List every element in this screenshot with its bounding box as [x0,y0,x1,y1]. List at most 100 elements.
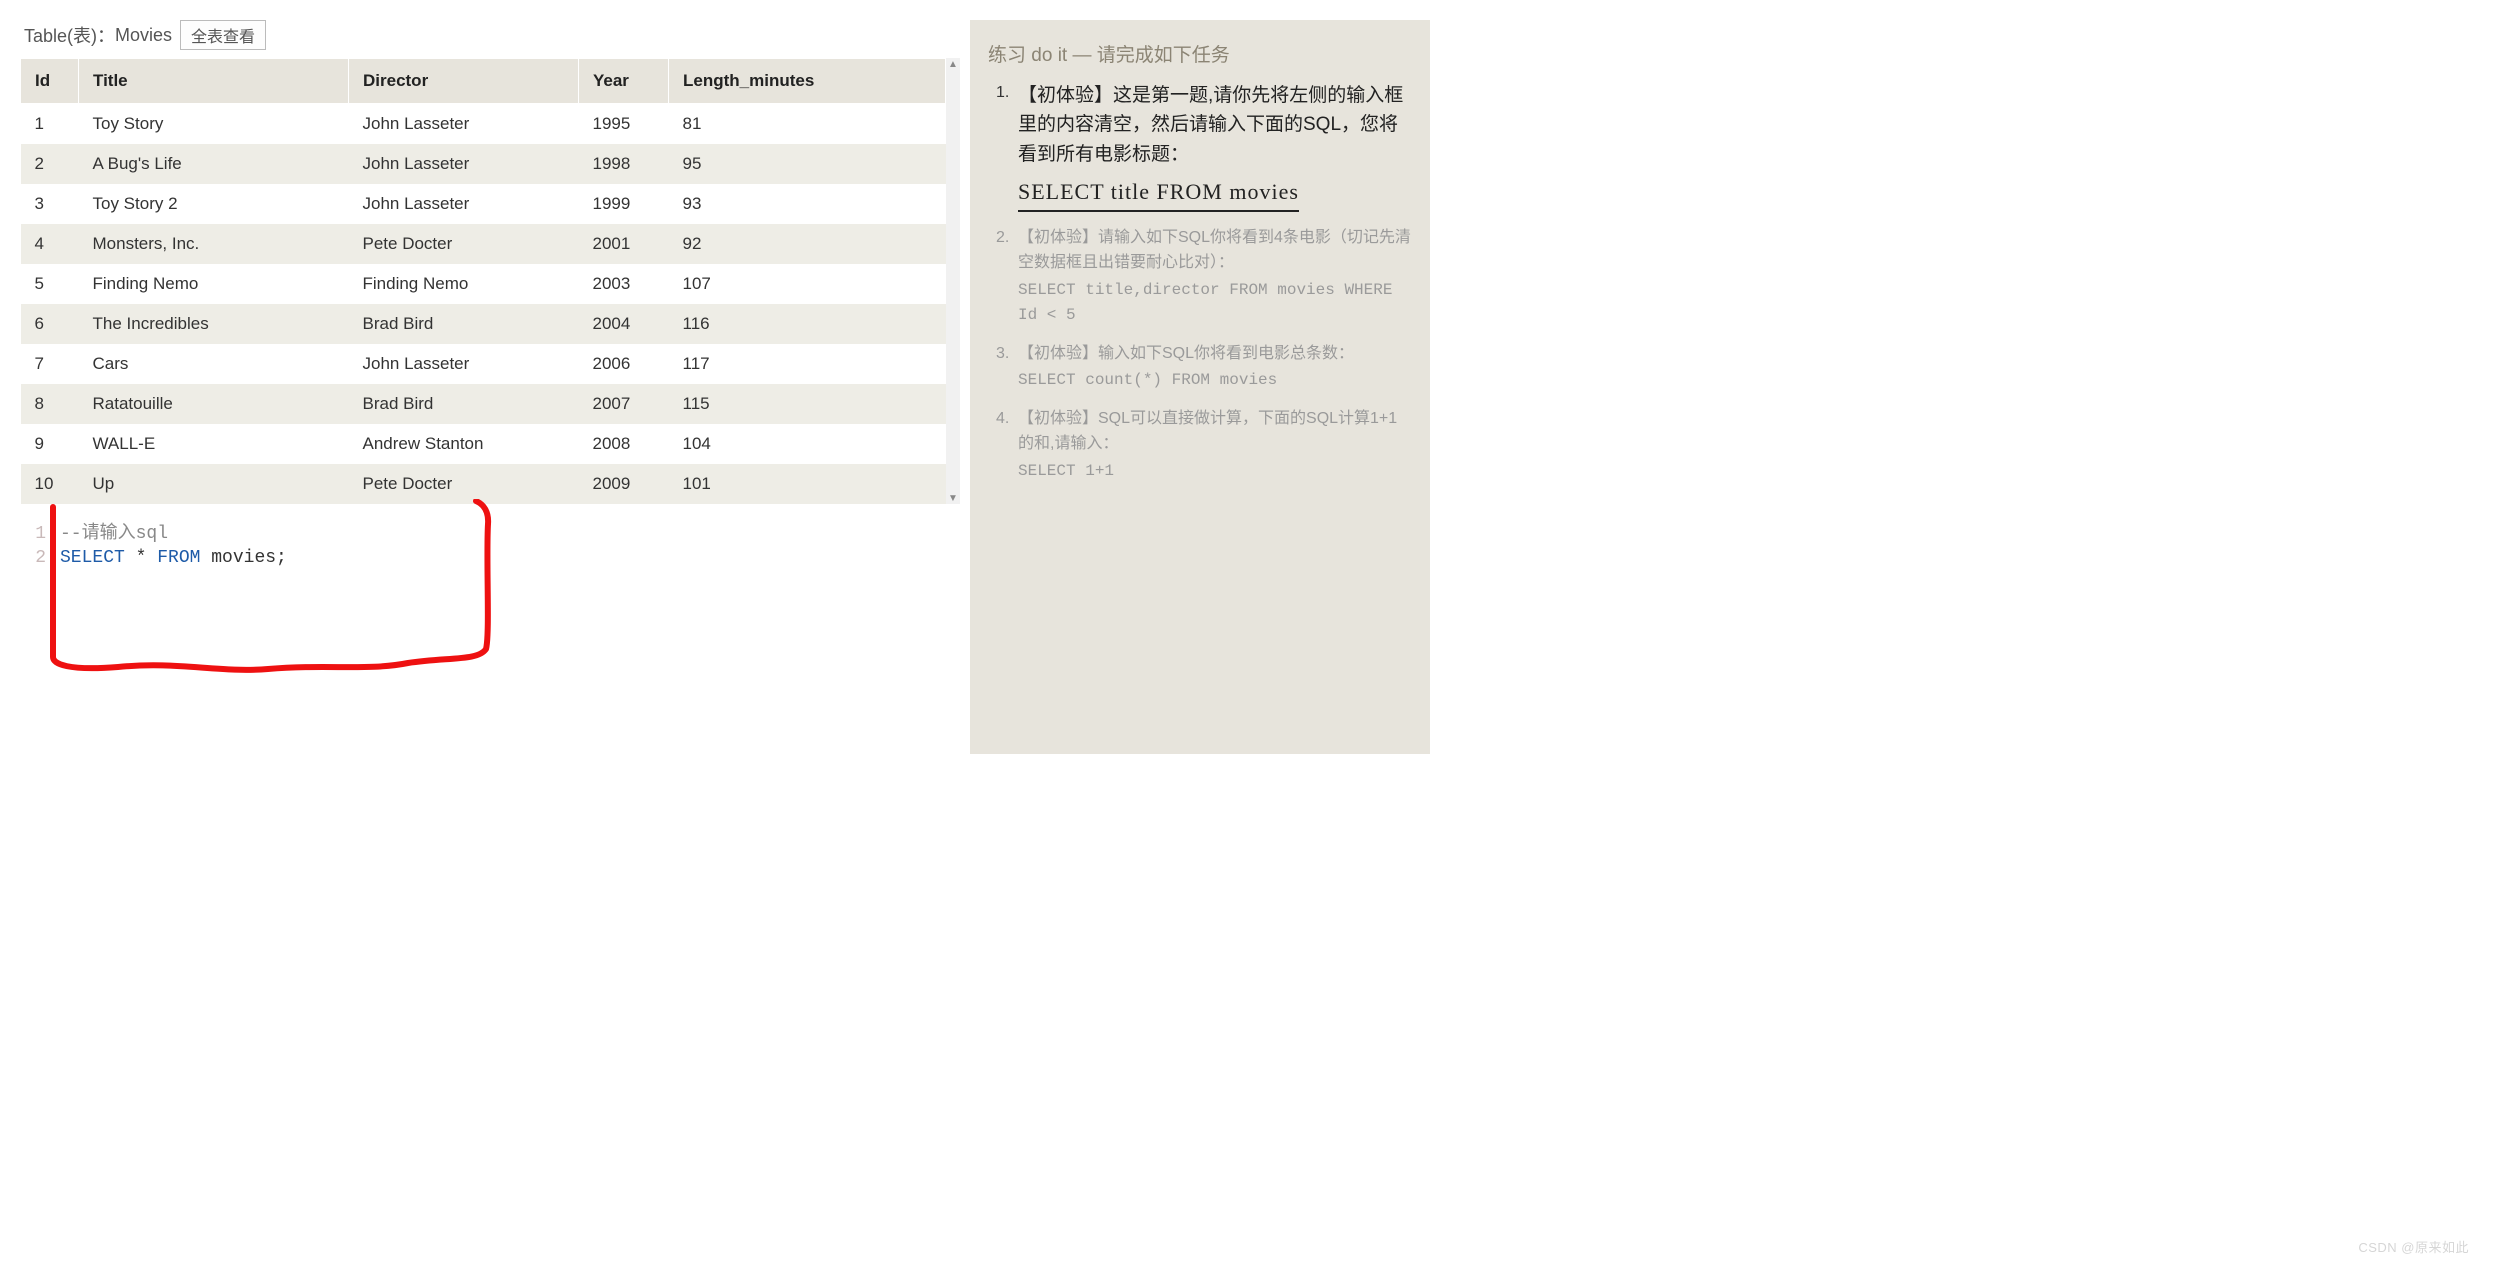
task-sql: SELECT title,director FROM movies WHERE … [1018,278,1412,328]
table-header-row: Id Title Director Year Length_minutes [21,59,946,104]
table-cell: The Incredibles [79,304,349,344]
line-number: 2 [32,548,60,568]
table-row: 7CarsJohn Lasseter2006117 [21,344,946,384]
task-body: 【初体验】SQL可以直接做计算，下面的SQL计算1+1的和,请输入：SELECT… [1018,407,1412,483]
table-cell: 1998 [579,144,669,184]
task-number: 3. [996,342,1018,394]
table-cell: 2009 [579,464,669,504]
table-label-prefix: Table(表)： [24,22,115,48]
table-cell: 2008 [579,424,669,464]
table-cell: Up [79,464,349,504]
table-header: Table(表)： Movies 全表查看 [20,20,960,50]
table-cell: 115 [669,384,946,424]
table-row: 10UpPete Docter2009101 [21,464,946,504]
task-item[interactable]: 1.【初体验】这是第一题,请你先将左侧的输入框里的内容清空，然后请输入下面的SQ… [996,81,1412,212]
table-cell: 1995 [579,104,669,145]
table-row: 1Toy StoryJohn Lasseter199581 [21,104,946,145]
table-cell: Pete Docter [349,224,579,264]
table-cell: John Lasseter [349,104,579,145]
col-id: Id [21,59,79,104]
exercise-title: 练习 do it — 请完成如下任务 [988,40,1412,67]
table-cell: 8 [21,384,79,424]
task-body: 【初体验】输入如下SQL你将看到电影总条数：SELECT count(*) FR… [1018,342,1412,394]
table-cell: 2 [21,144,79,184]
table-cell: Finding Nemo [349,264,579,304]
table-cell: 93 [669,184,946,224]
table-cell: Finding Nemo [79,264,349,304]
table-row: 8RatatouilleBrad Bird2007115 [21,384,946,424]
table-cell: Pete Docter [349,464,579,504]
table-row: 6The IncrediblesBrad Bird2004116 [21,304,946,344]
table-cell: 2001 [579,224,669,264]
table-cell: 5 [21,264,79,304]
table-scroll-container: ▲ ▼ Id Title Director Year Length_minute… [20,58,960,504]
table-cell: 101 [669,464,946,504]
table-cell: 95 [669,144,946,184]
table-cell: 81 [669,104,946,145]
task-number: 4. [996,407,1018,483]
table-cell: 2007 [579,384,669,424]
sql-keyword-select: SELECT [60,548,125,568]
sql-star: * [125,548,157,568]
task-text: 【初体验】这是第一题,请你先将左侧的输入框里的内容清空，然后请输入下面的SQL，… [1018,81,1412,169]
task-number: 2. [996,226,1018,327]
line-number: 1 [32,524,60,544]
sql-comment: --请输入sql [60,524,168,544]
table-row: 9WALL-EAndrew Stanton2008104 [21,424,946,464]
table-cell: Ratatouille [79,384,349,424]
table-cell: 6 [21,304,79,344]
table-cell: 104 [669,424,946,464]
task-item[interactable]: 2.【初体验】请输入如下SQL你将看到4条电影（切记先清空数据框且出错要耐心比对… [996,226,1412,327]
col-length: Length_minutes [669,59,946,104]
sql-line-2[interactable]: 2 SELECT * FROM movies; [20,548,960,568]
table-cell: 7 [21,344,79,384]
task-text: 【初体验】输入如下SQL你将看到电影总条数： [1018,342,1412,367]
scroll-down-icon[interactable]: ▼ [946,492,960,504]
table-cell: 107 [669,264,946,304]
table-cell: John Lasseter [349,184,579,224]
task-sql: SELECT title FROM movies [1018,175,1299,212]
watermark: CSDN @原来如此 [2358,1237,2469,1256]
col-director: Director [349,59,579,104]
table-cell: 1 [21,104,79,145]
table-cell: 2006 [579,344,669,384]
table-cell: Toy Story [79,104,349,145]
view-all-button[interactable]: 全表查看 [180,20,266,50]
sql-editor[interactable]: 1 --请输入sql 2 SELECT * FROM movies; [20,504,960,754]
table-cell: A Bug's Life [79,144,349,184]
exercise-panel: 练习 do it — 请完成如下任务 1.【初体验】这是第一题,请你先将左侧的输… [970,20,1430,754]
table-cell: 92 [669,224,946,264]
table-cell: 1999 [579,184,669,224]
table-cell: 2003 [579,264,669,304]
table-cell: 9 [21,424,79,464]
col-year: Year [579,59,669,104]
task-item[interactable]: 4.【初体验】SQL可以直接做计算，下面的SQL计算1+1的和,请输入：SELE… [996,407,1412,483]
task-body: 【初体验】请输入如下SQL你将看到4条电影（切记先清空数据框且出错要耐心比对）：… [1018,226,1412,327]
table-row: 5Finding NemoFinding Nemo2003107 [21,264,946,304]
table-row: 4Monsters, Inc.Pete Docter200192 [21,224,946,264]
task-sql: SELECT count(*) FROM movies [1018,368,1412,393]
task-text: 【初体验】请输入如下SQL你将看到4条电影（切记先清空数据框且出错要耐心比对）： [1018,226,1412,276]
table-cell: 4 [21,224,79,264]
table-cell: Cars [79,344,349,384]
col-title: Title [79,59,349,104]
table-cell: Toy Story 2 [79,184,349,224]
scroll-up-icon[interactable]: ▲ [946,58,960,70]
table-cell: WALL-E [79,424,349,464]
sql-rest: movies; [200,548,286,568]
table-cell: 10 [21,464,79,504]
table-cell: Brad Bird [349,384,579,424]
table-cell: 116 [669,304,946,344]
task-sql: SELECT 1+1 [1018,459,1412,484]
task-item[interactable]: 3.【初体验】输入如下SQL你将看到电影总条数：SELECT count(*) … [996,342,1412,394]
table-row: 3Toy Story 2John Lasseter199993 [21,184,946,224]
table-name: Movies [115,25,172,46]
table-cell: 117 [669,344,946,384]
table-cell: 3 [21,184,79,224]
task-number: 1. [996,81,1018,212]
table-row: 2A Bug's LifeJohn Lasseter199895 [21,144,946,184]
data-table: Id Title Director Year Length_minutes 1T… [20,58,946,504]
sql-line-1[interactable]: 1 --请输入sql [20,518,960,544]
table-cell: John Lasseter [349,144,579,184]
table-cell: Brad Bird [349,304,579,344]
